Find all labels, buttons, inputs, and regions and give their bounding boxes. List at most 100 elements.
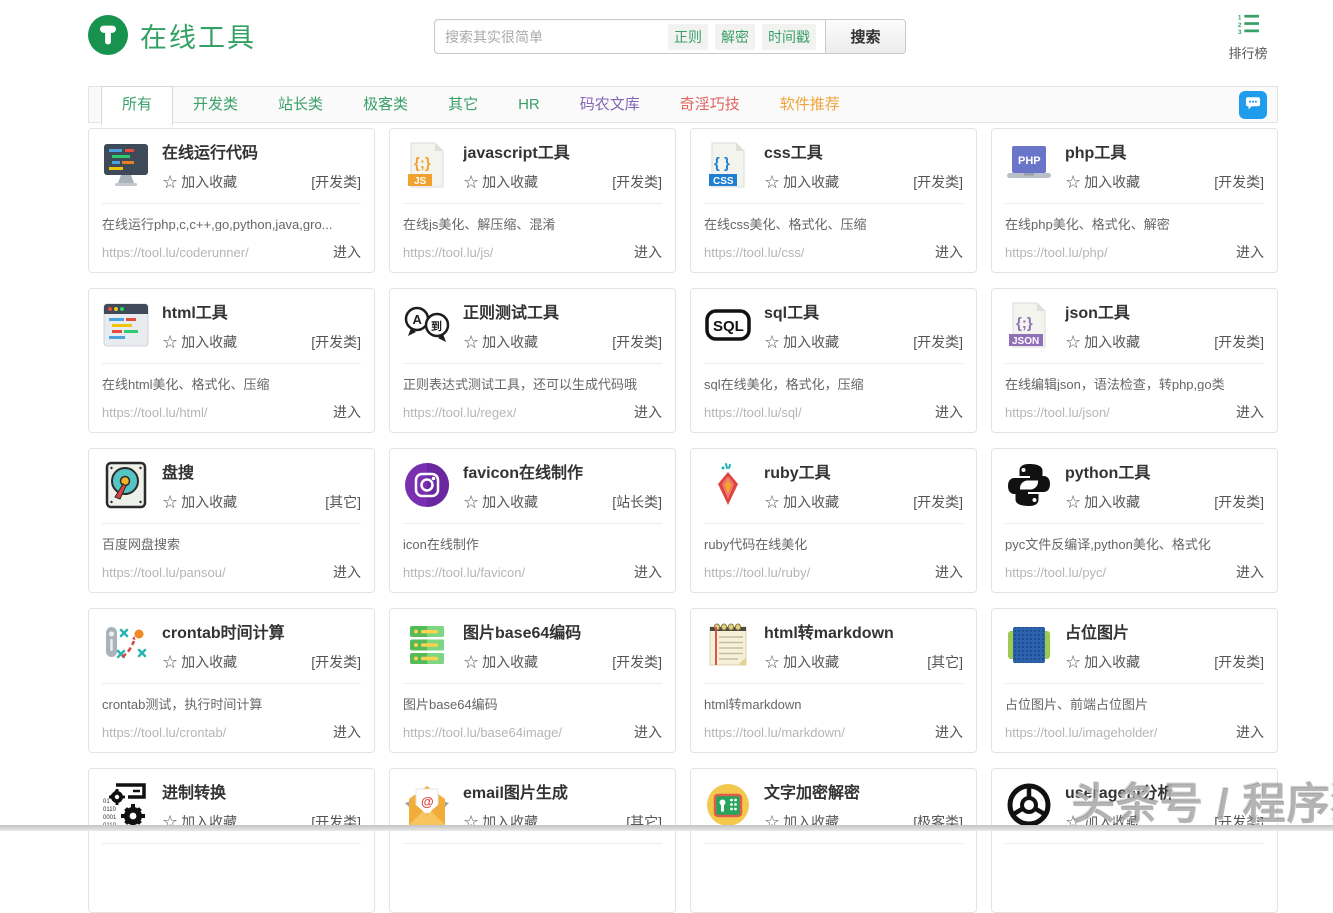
tool-title[interactable]: html工具	[162, 301, 361, 324]
tool-title[interactable]: 文字加密解密	[764, 781, 963, 804]
favorite-button[interactable]: ☆加入收藏	[162, 652, 237, 672]
card-divider	[704, 363, 963, 364]
tool-card: 盘搜 ☆加入收藏 [其它] 百度网盘搜索 https://tool.lu/pan…	[88, 448, 375, 593]
enter-link[interactable]: 进入	[1228, 402, 1264, 422]
category-tab[interactable]: 其它	[428, 87, 498, 123]
favorite-button[interactable]: ☆加入收藏	[463, 332, 538, 352]
favorite-button[interactable]: ☆加入收藏	[1065, 652, 1140, 672]
svg-text:2: 2	[1238, 22, 1242, 29]
svg-text:PHP: PHP	[1018, 155, 1041, 167]
favorite-button[interactable]: ☆加入收藏	[764, 172, 839, 192]
tool-title[interactable]: 占位图片	[1065, 621, 1264, 644]
favorite-button[interactable]: ☆加入收藏	[162, 332, 237, 352]
enter-link[interactable]: 进入	[626, 402, 662, 422]
category-badge[interactable]: [开发类]	[612, 652, 662, 672]
enter-link[interactable]: 进入	[325, 562, 361, 582]
tool-title[interactable]: css工具	[764, 141, 963, 164]
category-tab[interactable]: 奇淫巧技	[660, 87, 760, 123]
search-tag[interactable]: 时间戳	[762, 24, 816, 50]
site-title[interactable]: 在线工具	[140, 16, 256, 55]
category-badge[interactable]: [开发类]	[311, 172, 361, 192]
category-tab[interactable]: 极客类	[343, 87, 428, 123]
enter-link[interactable]: 进入	[927, 402, 963, 422]
card-divider	[102, 843, 361, 844]
enter-link[interactable]: 进入	[1228, 242, 1264, 262]
favorite-button[interactable]: ☆加入收藏	[162, 172, 237, 192]
category-badge[interactable]: [开发类]	[1214, 492, 1264, 512]
category-badge[interactable]: [开发类]	[913, 332, 963, 352]
category-badge[interactable]: [开发类]	[311, 652, 361, 672]
tool-title[interactable]: php工具	[1065, 141, 1264, 164]
enter-link[interactable]: 进入	[1228, 562, 1264, 582]
svg-text:JSON: JSON	[1012, 336, 1039, 347]
tool-title[interactable]: ruby工具	[764, 461, 963, 484]
category-badge[interactable]: [其它]	[927, 652, 963, 672]
search-input[interactable]	[435, 20, 668, 53]
ranking-button[interactable]: 1 2 3 排行榜	[1222, 13, 1274, 62]
tool-title[interactable]: crontab时间计算	[162, 621, 361, 644]
category-tab[interactable]: HR	[498, 87, 560, 123]
category-tab[interactable]: 站长类	[258, 87, 343, 123]
favorite-button[interactable]: ☆加入收藏	[764, 652, 839, 672]
favorite-button[interactable]: ☆加入收藏	[463, 652, 538, 672]
tool-title[interactable]: favicon在线制作	[463, 461, 662, 484]
tool-description	[102, 854, 361, 871]
search-tag[interactable]: 解密	[715, 24, 755, 50]
favorite-button[interactable]: ☆加入收藏	[463, 172, 538, 192]
favorite-button[interactable]: ☆加入收藏	[764, 492, 839, 512]
category-badge[interactable]: [开发类]	[612, 332, 662, 352]
category-tab[interactable]: 开发类	[173, 87, 258, 123]
category-badge[interactable]: [开发类]	[1214, 652, 1264, 672]
favorite-button[interactable]: ☆加入收藏	[1065, 492, 1140, 512]
enter-link[interactable]: 进入	[626, 242, 662, 262]
tool-title[interactable]: python工具	[1065, 461, 1264, 484]
category-tab[interactable]: 码农文库	[560, 87, 660, 123]
search-tag[interactable]: 正则	[668, 24, 708, 50]
tool-title[interactable]: html转markdown	[764, 621, 963, 644]
favorite-button[interactable]: ☆加入收藏	[1065, 172, 1140, 192]
enter-link[interactable]: 进入	[325, 402, 361, 422]
tool-title[interactable]: 在线运行代码	[162, 141, 361, 164]
site-logo[interactable]: 在线工具	[88, 15, 256, 55]
star-icon: ☆	[463, 173, 479, 191]
tool-card: python工具 ☆加入收藏 [开发类] pyc文件反编译,python美化、格…	[991, 448, 1278, 593]
tool-card: 文字加密解密 ☆加入收藏 [极客类]	[690, 768, 977, 913]
tool-url: https://tool.lu/imageholder/	[1005, 725, 1157, 740]
tool-title[interactable]: 图片base64编码	[463, 621, 662, 644]
enter-link[interactable]: 进入	[325, 242, 361, 262]
favorite-button[interactable]: ☆加入收藏	[463, 492, 538, 512]
enter-link[interactable]: 进入	[927, 562, 963, 582]
enter-link[interactable]: 进入	[1228, 722, 1264, 742]
star-icon: ☆	[764, 173, 780, 191]
enter-link[interactable]: 进入	[927, 722, 963, 742]
tool-title[interactable]: javascript工具	[463, 141, 662, 164]
category-badge[interactable]: [开发类]	[612, 172, 662, 192]
tool-title[interactable]: 正则测试工具	[463, 301, 662, 324]
enter-link[interactable]: 进入	[626, 722, 662, 742]
category-badge[interactable]: [开发类]	[913, 172, 963, 192]
star-icon: ☆	[162, 173, 178, 191]
category-badge[interactable]: [开发类]	[1214, 172, 1264, 192]
favorite-button[interactable]: ☆加入收藏	[764, 332, 839, 352]
category-tab[interactable]: 软件推荐	[760, 87, 860, 123]
favorite-button[interactable]: ☆加入收藏	[162, 492, 237, 512]
feedback-button[interactable]	[1239, 91, 1267, 119]
tool-title[interactable]: json工具	[1065, 301, 1264, 324]
category-badge[interactable]: [开发类]	[913, 492, 963, 512]
favorite-button[interactable]: ☆加入收藏	[1065, 332, 1140, 352]
tool-title[interactable]: 进制转换	[162, 781, 361, 804]
favorite-label: 加入收藏	[181, 172, 237, 192]
category-badge[interactable]: [开发类]	[311, 332, 361, 352]
category-badge[interactable]: [其它]	[325, 492, 361, 512]
tool-title[interactable]: 盘搜	[162, 461, 361, 484]
category-tab[interactable]: 所有	[101, 86, 173, 125]
enter-link[interactable]: 进入	[325, 722, 361, 742]
enter-link[interactable]: 进入	[626, 562, 662, 582]
category-badge[interactable]: [开发类]	[1214, 332, 1264, 352]
favorite-label: 加入收藏	[181, 332, 237, 352]
tool-title[interactable]: sql工具	[764, 301, 963, 324]
enter-link[interactable]: 进入	[927, 242, 963, 262]
tool-title[interactable]: email图片生成	[463, 781, 662, 804]
search-button[interactable]: 搜索	[825, 20, 905, 53]
category-badge[interactable]: [站长类]	[612, 492, 662, 512]
